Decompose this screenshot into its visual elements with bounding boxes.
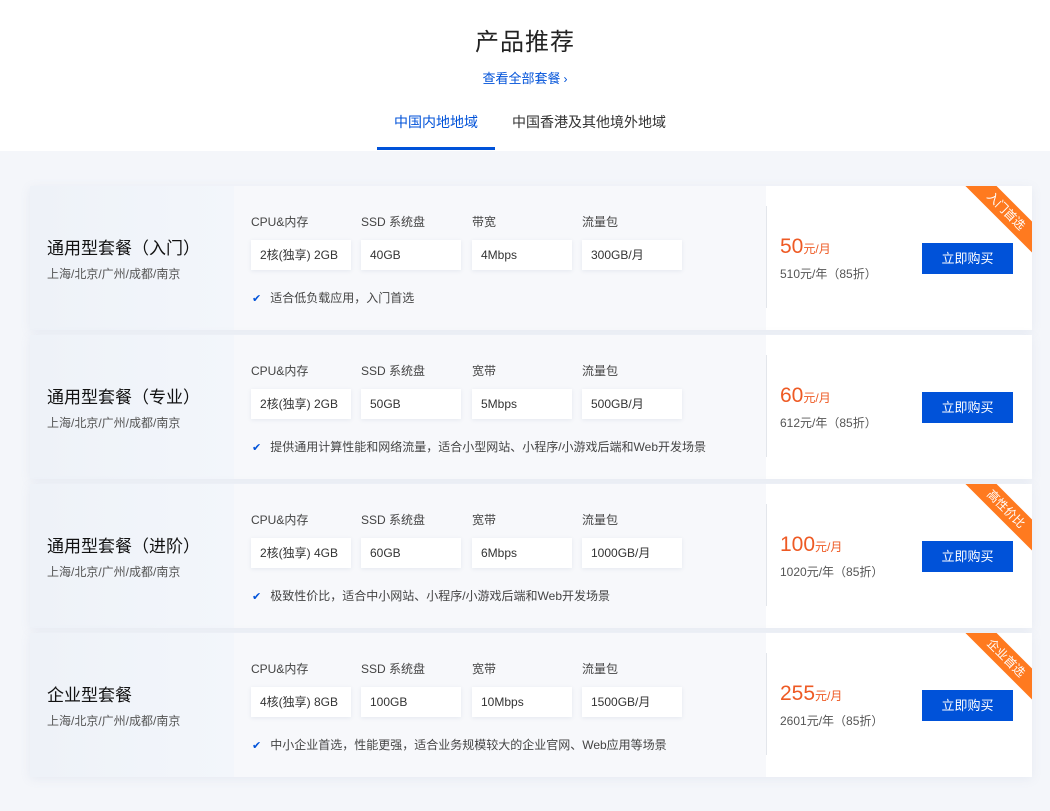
buy-now-button[interactable]: 立即购买	[922, 690, 1013, 721]
plan-card: 通用型套餐（入门） 上海/北京/广州/成都/南京 CPU&内存 2核(独享) 2…	[30, 186, 1032, 330]
yearly-price: 510元/年（85折）	[780, 267, 877, 281]
spec-value: 2核(独享) 4GB	[251, 538, 351, 568]
plan-specs: CPU&内存 2核(独享) 2GB SSD 系统盘 40GB 带宽 4Mbps …	[234, 186, 766, 330]
spec-value: 4Mbps	[472, 240, 572, 270]
spec-value: 100GB	[361, 687, 461, 717]
plan-info: 通用型套餐（入门） 上海/北京/广州/成都/南京	[30, 186, 234, 330]
check-icon: ✔	[252, 293, 262, 305]
plan-info: 企业型套餐 上海/北京/广州/成都/南京	[30, 633, 234, 777]
plan-info: 通用型套餐（进阶） 上海/北京/广州/成都/南京	[30, 484, 234, 628]
plan-card: 通用型套餐（专业） 上海/北京/广州/成都/南京 CPU&内存 2核(独享) 2…	[30, 335, 1032, 479]
buy-now-button[interactable]: 立即购买	[922, 541, 1013, 572]
header-section: 产品推荐 查看全部套餐 › 中国内地地域 中国香港及其他境外地域	[0, 0, 1050, 151]
plan-price: 100元/月	[780, 533, 842, 557]
plan-regions: 上海/北京/广州/成都/南京	[47, 267, 181, 281]
spec-label: SSD 系统盘	[361, 364, 426, 378]
price-amount: 100	[780, 533, 816, 556]
spec-value: 500GB/月	[582, 389, 682, 419]
spec-label: 流量包	[582, 364, 619, 378]
price-unit: 元/月	[815, 689, 843, 703]
tab-hongkong-overseas[interactable]: 中国香港及其他境外地域	[495, 100, 683, 150]
plan-regions: 上海/北京/广州/成都/南京	[47, 714, 181, 728]
yearly-price: 1020元/年（85折）	[780, 565, 884, 579]
spec-label: SSD 系统盘	[361, 513, 426, 527]
page-title: 产品推荐	[475, 29, 575, 56]
plan-name: 通用型套餐（专业）	[47, 388, 200, 407]
spec-label: 宽带	[472, 513, 497, 527]
divider	[766, 355, 767, 457]
plan-regions: 上海/北京/广州/成都/南京	[47, 565, 181, 579]
spec-value: 300GB/月	[582, 240, 682, 270]
plan-feature-text: 极致性价比，适合中小网站、小程序/小游戏后端和Web开发场景	[270, 589, 611, 603]
plan-regions: 上海/北京/广州/成都/南京	[47, 416, 181, 430]
chevron-right-icon: ›	[563, 72, 568, 86]
price-unit: 元/月	[803, 391, 831, 405]
price-amount: 255	[780, 682, 816, 705]
spec-label: 宽带	[472, 662, 497, 676]
plan-feature: ✔ 适合低负载应用，入门首选	[252, 289, 414, 306]
plan-name: 通用型套餐（入门）	[47, 239, 200, 258]
spec-value: 1500GB/月	[582, 687, 682, 717]
spec-label: 流量包	[582, 215, 619, 229]
spec-label: CPU&内存	[251, 364, 309, 378]
spec-label: 流量包	[582, 513, 619, 527]
spec-label: SSD 系统盘	[361, 662, 426, 676]
buy-now-button[interactable]: 立即购买	[922, 243, 1013, 274]
buy-now-button[interactable]: 立即购买	[922, 392, 1013, 423]
spec-label: CPU&内存	[251, 215, 309, 229]
spec-value: 2核(独享) 2GB	[251, 389, 351, 419]
plan-card: 通用型套餐（进阶） 上海/北京/广州/成都/南京 CPU&内存 2核(独享) 4…	[30, 484, 1032, 628]
spec-label: SSD 系统盘	[361, 215, 426, 229]
yearly-price: 612元/年（85折）	[780, 416, 877, 430]
divider	[766, 206, 767, 308]
yearly-price: 2601元/年（85折）	[780, 714, 884, 728]
plan-feature: ✔ 中小企业首选，性能更强，适合业务规模较大的企业官网、Web应用等场景	[252, 736, 667, 753]
plan-price: 50元/月	[780, 235, 831, 259]
price-unit: 元/月	[803, 242, 831, 256]
spec-label: 流量包	[582, 662, 619, 676]
plan-specs: CPU&内存 2核(独享) 2GB SSD 系统盘 50GB 宽带 5Mbps …	[234, 335, 766, 479]
spec-value: 50GB	[361, 389, 461, 419]
plan-specs: CPU&内存 2核(独享) 4GB SSD 系统盘 60GB 宽带 6Mbps …	[234, 484, 766, 628]
spec-value: 4核(独享) 8GB	[251, 687, 351, 717]
spec-value: 10Mbps	[472, 687, 572, 717]
check-icon: ✔	[252, 591, 262, 603]
price-amount: 50	[780, 235, 804, 258]
plan-list: 通用型套餐（入门） 上海/北京/广州/成都/南京 CPU&内存 2核(独享) 2…	[30, 186, 1032, 782]
plan-specs: CPU&内存 4核(独享) 8GB SSD 系统盘 100GB 宽带 10Mbp…	[234, 633, 766, 777]
plan-name: 企业型套餐	[47, 686, 132, 705]
plan-feature: ✔ 提供通用计算性能和网络流量，适合小型网站、小程序/小游戏后端和Web开发场景	[252, 438, 706, 455]
plan-price: 255元/月	[780, 682, 842, 706]
divider	[766, 653, 767, 755]
plan-name: 通用型套餐（进阶）	[47, 537, 200, 556]
region-tabs: 中国内地地域 中国香港及其他境外地域	[377, 100, 683, 150]
divider	[766, 504, 767, 606]
spec-label: CPU&内存	[251, 662, 309, 676]
plan-info: 通用型套餐（专业） 上海/北京/广州/成都/南京	[30, 335, 234, 479]
spec-value: 5Mbps	[472, 389, 572, 419]
plan-feature-text: 适合低负载应用，入门首选	[270, 291, 415, 305]
price-amount: 60	[780, 384, 804, 407]
spec-label: 带宽	[472, 215, 497, 229]
tab-mainland-china[interactable]: 中国内地地域	[377, 100, 495, 150]
check-icon: ✔	[252, 740, 262, 752]
view-all-label: 查看全部套餐	[482, 71, 561, 86]
plan-feature: ✔ 极致性价比，适合中小网站、小程序/小游戏后端和Web开发场景	[252, 587, 610, 604]
spec-value: 2核(独享) 2GB	[251, 240, 351, 270]
view-all-link[interactable]: 查看全部套餐 ›	[0, 68, 1050, 87]
price-unit: 元/月	[815, 540, 843, 554]
plan-card: 企业型套餐 上海/北京/广州/成都/南京 CPU&内存 4核(独享) 8GB S…	[30, 633, 1032, 777]
spec-value: 1000GB/月	[582, 538, 682, 568]
spec-label: CPU&内存	[251, 513, 309, 527]
plan-price: 60元/月	[780, 384, 831, 408]
spec-value: 6Mbps	[472, 538, 572, 568]
spec-value: 60GB	[361, 538, 461, 568]
check-icon: ✔	[252, 442, 262, 454]
plan-feature-text: 提供通用计算性能和网络流量，适合小型网站、小程序/小游戏后端和Web开发场景	[270, 440, 707, 454]
spec-value: 40GB	[361, 240, 461, 270]
spec-label: 宽带	[472, 364, 497, 378]
plan-feature-text: 中小企业首选，性能更强，适合业务规模较大的企业官网、Web应用等场景	[270, 738, 667, 752]
